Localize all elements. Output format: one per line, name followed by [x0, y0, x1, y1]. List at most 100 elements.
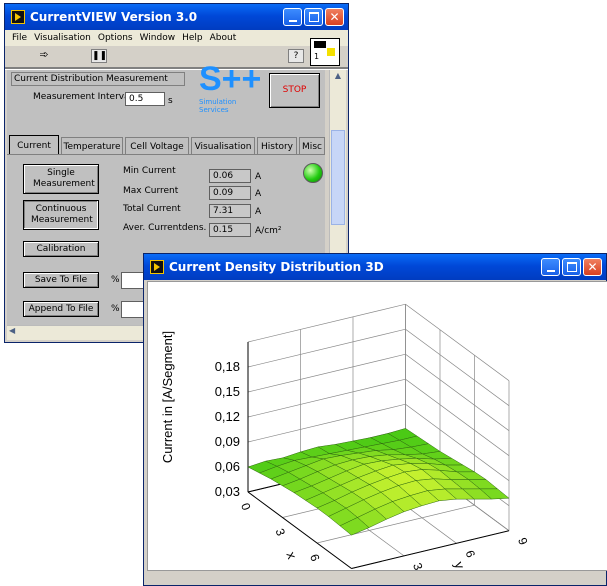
- toolbar: ➾ ❚❚ ? 1: [5, 38, 348, 68]
- plot-maximize-button[interactable]: [562, 258, 581, 276]
- minimize-icon: [288, 19, 297, 22]
- y-tick-label: 3: [410, 561, 426, 570]
- y-axis-title: y: [451, 559, 467, 570]
- continuous-measurement-button[interactable]: Continuous Measurement: [23, 200, 99, 230]
- main-vertical-scroll-thumb[interactable]: [331, 130, 345, 225]
- plot-window-title: Current Density Distribution 3D: [169, 260, 384, 274]
- z-tick-label: 0,12: [215, 409, 240, 424]
- y-tick-label: 9: [515, 536, 531, 547]
- z-tick-label: 0,03: [215, 484, 240, 499]
- tab-temperature[interactable]: Temperature: [61, 137, 123, 155]
- aver-currentdens-unit: A/cm²: [255, 226, 282, 236]
- tab-history[interactable]: History: [257, 137, 297, 155]
- plot-minimize-button[interactable]: [541, 258, 560, 276]
- calibration-button[interactable]: Calibration: [23, 241, 99, 257]
- x-tick-label: 3: [273, 527, 289, 538]
- total-current-value: 7.31: [209, 204, 251, 218]
- run-arrow-icon[interactable]: ➾: [37, 49, 51, 61]
- close-button[interactable]: ✕: [325, 8, 344, 26]
- max-current-label: Max Current: [123, 186, 179, 196]
- total-current-unit: A: [255, 207, 262, 217]
- maximize-icon: [308, 12, 319, 22]
- panel-title-box: Current Distribution Measurement: [11, 72, 185, 86]
- z-axis-title: Current in [A/Segment]: [160, 331, 175, 463]
- logo-text: S++: [199, 60, 262, 98]
- menu-help[interactable]: Help: [182, 33, 203, 43]
- scroll-up-icon[interactable]: ▲: [331, 71, 345, 83]
- axis-line: [351, 530, 510, 569]
- measurement-interval-label: Measurement Interval: [33, 92, 133, 102]
- tab-cell-voltage-label: Cell Voltage: [130, 141, 184, 152]
- measurement-interval-input[interactable]: 0.5: [125, 92, 165, 106]
- tab-current[interactable]: Current: [9, 135, 59, 155]
- help-icon[interactable]: ?: [288, 49, 304, 63]
- menu-visualisation[interactable]: Visualisation: [34, 33, 91, 43]
- maximize-button[interactable]: [304, 8, 323, 26]
- plot-close-button[interactable]: ✕: [583, 258, 602, 276]
- append-to-file-button[interactable]: Append To File: [23, 301, 99, 317]
- tab-temperature-label: Temperature: [63, 141, 121, 152]
- min-current-unit: A: [255, 172, 262, 182]
- stop-button[interactable]: STOP: [269, 73, 320, 108]
- menu-about[interactable]: About: [210, 33, 237, 43]
- tab-misc-label: Misc: [302, 141, 322, 152]
- menu-window[interactable]: Window: [140, 33, 176, 43]
- menu-file[interactable]: File: [12, 33, 27, 43]
- tab-visualisation-label: Visualisation: [194, 141, 252, 152]
- x-axis-title: x: [283, 550, 299, 562]
- tab-visualisation[interactable]: Visualisation: [191, 137, 255, 155]
- logo-subtitle: Simulation Services: [199, 98, 237, 114]
- calibration-label: Calibration: [36, 243, 86, 254]
- plot-close-icon: ✕: [587, 260, 598, 274]
- close-icon: ✕: [329, 10, 340, 24]
- aver-currentdens-label: Aver. Currentdens.: [123, 223, 207, 233]
- plot-window: Current Density Distribution 3D ✕ 0,03 0,…: [143, 253, 607, 586]
- save-to-file-button[interactable]: Save To File: [23, 272, 99, 288]
- tab-baseline: [7, 154, 325, 155]
- tab-cell-voltage[interactable]: Cell Voltage: [125, 137, 189, 155]
- menu-bar: File Visualisation Options Window Help A…: [5, 30, 348, 46]
- connector-pane-number: 1: [314, 52, 320, 61]
- app-icon: [11, 10, 25, 24]
- plot-window-titlebar[interactable]: Current Density Distribution 3D ✕: [144, 254, 606, 280]
- total-current-label: Total Current: [123, 204, 181, 214]
- status-led: [303, 163, 323, 183]
- main-window-titlebar[interactable]: CurrentVIEW Version 3.0 ✕: [5, 4, 348, 30]
- tab-misc[interactable]: Misc: [299, 137, 325, 155]
- grid-line: [247, 303, 510, 381]
- grid-line: [247, 328, 510, 406]
- save-to-file-label: Save To File: [34, 274, 88, 285]
- z-tick-label: 0,18: [215, 359, 240, 374]
- stop-button-label: STOP: [282, 85, 307, 95]
- min-current-value: 0.06: [209, 169, 251, 183]
- x-tick-label: 0: [238, 501, 254, 512]
- single-measurement-button[interactable]: Single Measurement: [23, 164, 99, 194]
- plot-maximize-icon: [566, 262, 577, 272]
- grid-line: [247, 353, 510, 431]
- max-current-value: 0.09: [209, 186, 251, 200]
- tab-current-label: Current: [17, 140, 51, 151]
- max-current-unit: A: [255, 189, 262, 199]
- minimize-button[interactable]: [283, 8, 302, 26]
- z-tick-label: 0,15: [215, 384, 240, 399]
- aver-currentdens-value: 0.15: [209, 223, 251, 237]
- pause-icon[interactable]: ❚❚: [91, 49, 107, 63]
- menu-options[interactable]: Options: [98, 33, 133, 43]
- z-tick-label: 0,06: [215, 459, 240, 474]
- continuous-measurement-label: Continuous Measurement: [31, 204, 93, 225]
- plot-area: 0,030,060,090,120,150,1803690369Current …: [147, 281, 607, 571]
- z-tick-label: 0,09: [215, 434, 240, 449]
- measurement-interval-unit: s: [168, 96, 173, 106]
- x-tick-label: 6: [307, 552, 323, 563]
- single-measurement-label: Single Measurement: [33, 168, 95, 189]
- connector-pane-icon: 1: [310, 38, 340, 66]
- panel-title: Current Distribution Measurement: [14, 74, 168, 84]
- main-window-title: CurrentVIEW Version 3.0: [30, 10, 198, 24]
- append-path-prefix: %: [111, 304, 120, 314]
- surface-3d-chart: 0,030,060,090,120,150,1803690369Current …: [160, 303, 531, 570]
- scroll-left-icon[interactable]: ◀: [9, 326, 15, 335]
- tab-history-label: History: [260, 141, 294, 152]
- y-tick-label: 6: [463, 548, 479, 559]
- plot-app-icon: [150, 260, 164, 274]
- save-path-prefix: %: [111, 275, 120, 285]
